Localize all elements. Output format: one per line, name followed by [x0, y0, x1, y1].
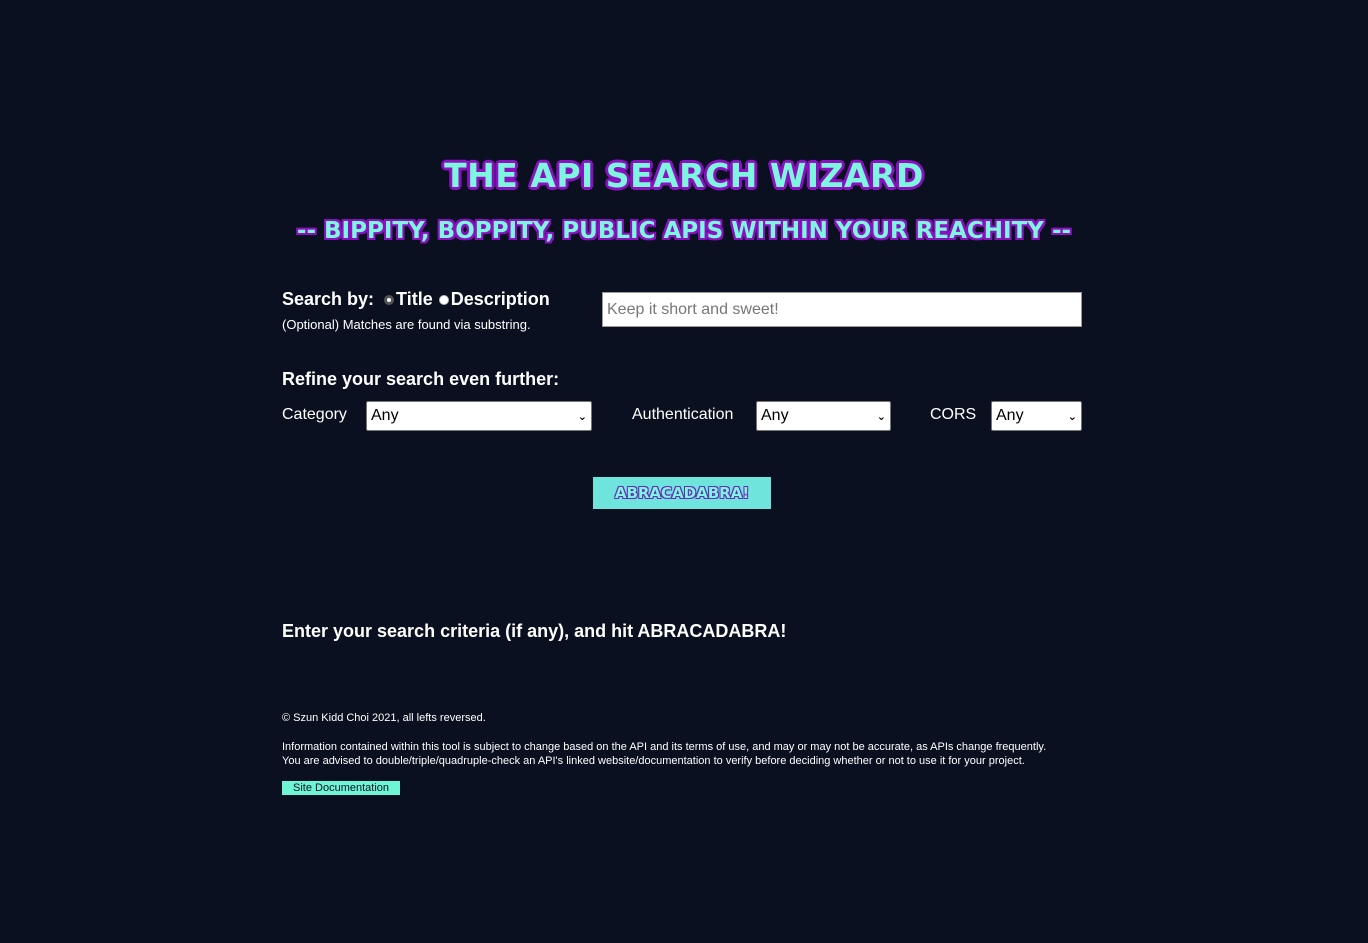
chevron-down-icon: ⌄	[1067, 410, 1077, 423]
radio-title[interactable]	[384, 294, 395, 305]
authentication-select-value: Any	[761, 407, 789, 424]
site-documentation-link[interactable]: Site Documentation	[282, 781, 400, 795]
radio-title-label[interactable]: Title	[396, 289, 433, 310]
chevron-down-icon: ⌄	[876, 410, 886, 423]
copyright-text: © Szun Kidd Choi 2021, all lefts reverse…	[282, 712, 486, 724]
search-input[interactable]	[602, 292, 1082, 327]
cors-select-value: Any	[996, 407, 1024, 424]
abracadabra-button[interactable]: ABRACADABRA!	[593, 477, 771, 509]
search-hint: (Optional) Matches are found via substri…	[282, 317, 531, 332]
disclaimer: Information contained within this tool i…	[282, 740, 1082, 768]
page-subtitle: -- BIPPITY, BOPPITY, PUBLIC APIS WITHIN …	[296, 218, 1072, 244]
authentication-label: Authentication	[632, 406, 734, 423]
page-title: THE API SEARCH WIZARD	[444, 156, 924, 195]
results-message: Enter your search criteria (if any), and…	[282, 621, 787, 641]
category-label: Category	[282, 406, 347, 423]
cors-select[interactable]: Any ⌄	[991, 401, 1082, 431]
radio-description[interactable]	[438, 294, 449, 305]
search-by-label: Search by:	[282, 289, 375, 309]
authentication-select[interactable]: Any ⌄	[756, 401, 891, 431]
search-by-group: Search by: Title Description	[282, 289, 552, 310]
radio-description-label[interactable]: Description	[451, 289, 550, 310]
disclaimer-line-1: Information contained within this tool i…	[282, 741, 1047, 753]
disclaimer-line-2: You are advised to double/triple/quadrup…	[282, 755, 1025, 767]
chevron-down-icon: ⌄	[577, 410, 587, 423]
refine-heading: Refine your search even further:	[282, 369, 560, 389]
category-select[interactable]: Any ⌄	[366, 401, 592, 431]
page: THE API SEARCH WIZARD -- BIPPITY, BOPPIT…	[0, 0, 1368, 943]
category-select-value: Any	[371, 407, 399, 424]
cors-label: CORS	[930, 406, 977, 423]
